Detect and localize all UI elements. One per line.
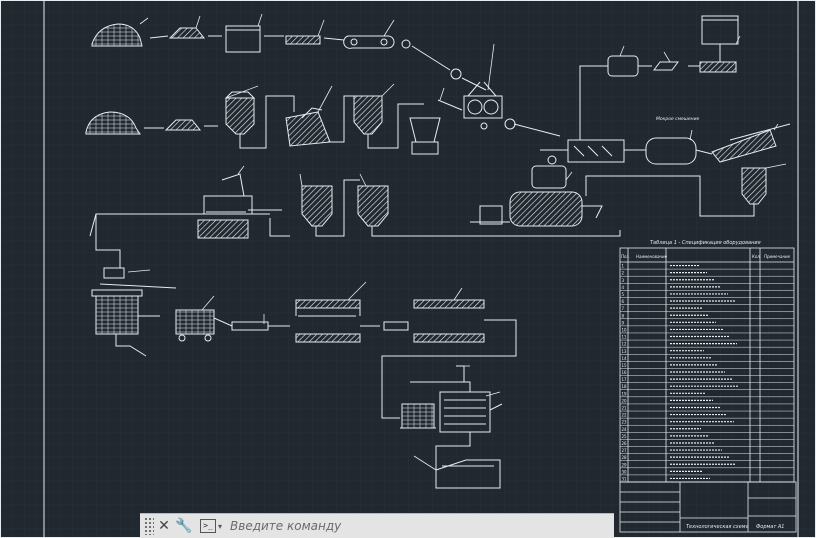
table-header: Кол.	[752, 254, 761, 259]
table-row-code: 26	[622, 441, 628, 446]
hopper-5	[357, 185, 389, 227]
feeder-1	[285, 35, 321, 45]
table-row-code: 16	[622, 370, 628, 375]
command-prompt-icon[interactable]: >_	[200, 519, 216, 533]
sorting-line	[401, 403, 435, 429]
table-row-code: 31	[622, 477, 628, 482]
svg-text:Таблица 1 - Спецификация обору: Таблица 1 - Спецификация оборудования	[650, 240, 761, 246]
wrench-icon[interactable]: 🔧	[174, 516, 194, 536]
hopper-1	[225, 97, 255, 135]
table-row-code: 11	[622, 335, 628, 340]
table-row-code: 17	[622, 377, 628, 382]
table-row-code: 25	[622, 434, 628, 439]
table-header: Наименование	[636, 254, 668, 259]
table-row-code: 20	[622, 398, 628, 403]
command-line[interactable]: ✕ 🔧 >_ ▾	[140, 513, 614, 538]
kiln-car	[175, 309, 215, 335]
table-header: Примечание	[764, 254, 791, 259]
table-row-code: 23	[622, 420, 628, 425]
table-row-code: 18	[622, 384, 628, 389]
chevron-down-icon[interactable]: ▾	[218, 522, 222, 531]
table-row-code: 19	[622, 391, 628, 396]
table-row-code: 12	[622, 342, 628, 347]
table-row-code: 28	[622, 455, 628, 460]
close-icon[interactable]: ✕	[154, 516, 174, 536]
svg-text:Технологическая схема: Технологическая схема	[686, 524, 749, 530]
table-row-code: 10	[622, 327, 628, 332]
tunnel-kiln-1	[295, 299, 361, 309]
feeder-2	[699, 61, 737, 73]
table-row-code: 24	[622, 427, 628, 432]
table-row-code: 13	[622, 349, 628, 354]
table-row-code: 29	[622, 462, 628, 467]
table-header: Поз.	[621, 254, 630, 259]
hopper-4	[301, 185, 333, 227]
table-row-code: 14	[622, 356, 628, 361]
table-row-code: 27	[622, 448, 628, 453]
table-row-code: 21	[622, 406, 628, 411]
ball-mill	[509, 191, 583, 227]
note-top: Мокрое смешение	[656, 116, 700, 122]
table-row-code: 30	[622, 469, 628, 474]
table-row-code: 15	[622, 363, 628, 368]
command-input[interactable]	[228, 518, 614, 534]
table-row-code: 22	[622, 413, 628, 418]
hopper-3	[741, 167, 767, 205]
svg-text:Формат А1: Формат А1	[756, 524, 784, 530]
tunnel-kiln-2	[413, 299, 485, 309]
drawing-canvas[interactable]: Таблица 1 - Спецификация оборудования 12…	[0, 0, 816, 538]
hydraulic-press	[95, 295, 139, 335]
grip-handle-icon[interactable]	[144, 517, 154, 535]
